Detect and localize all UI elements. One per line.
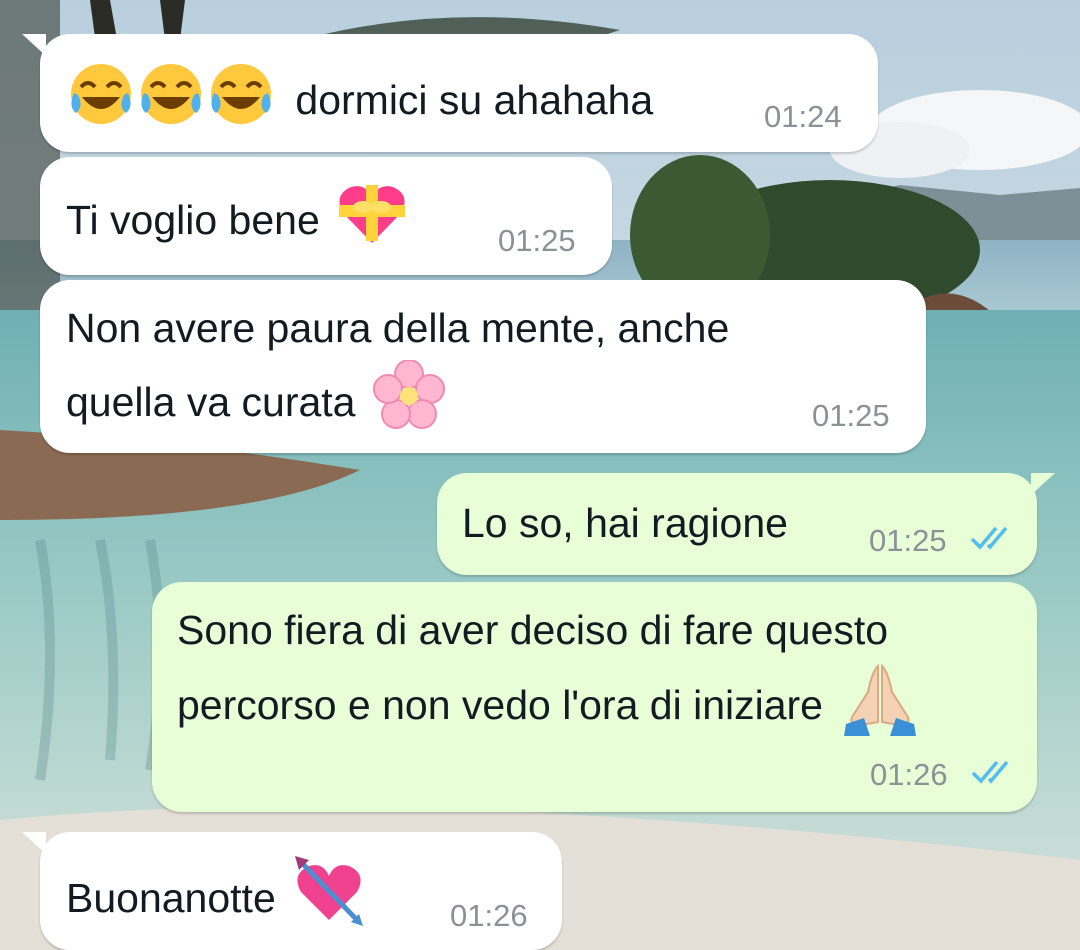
message-body: dormici su ahahaha [295,76,654,123]
message-text: dormici su ahahaha [66,59,653,147]
message-bubble-outgoing[interactable]: Sono fiera di aver deciso di fare questo… [152,582,1037,812]
message-bubble-incoming[interactable]: Buonanotte 01:26 [22,832,562,950]
message-text: Buonanotte [66,856,365,946]
message-body: Lo so, hai ragione [462,500,788,546]
message-time: 01:25 [498,223,576,258]
message-line: Sono fiera di aver deciso di fare questo [177,607,889,653]
read-receipt-icon [970,526,1008,550]
heart-with-ribbon-emoji [337,181,407,265]
message-line: quella va curata [66,378,356,425]
message-time: 01:25 [812,398,890,433]
message-line: percorso e non vedo l'ora di iniziare [177,681,823,728]
heart-with-arrow-emoji [293,856,365,946]
message-bubble-incoming[interactable]: dormici su ahahaha 01:24 [22,34,878,152]
tears-of-joy-emoji [66,59,136,147]
message-text: Ti voglio bene [66,181,407,265]
message-text: quella va curata [66,359,445,450]
tears-of-joy-emoji [136,59,206,147]
message-line: Non avere paura della mente, anche [66,305,730,351]
message-bubble-incoming[interactable]: Non avere paura della mente, anche quell… [40,280,926,453]
message-text: percorso e non vedo l'ora di iniziare [177,662,918,754]
message-body: Ti voglio bene [66,196,320,243]
folded-hands-emoji [842,662,918,754]
message-bubble-outgoing[interactable]: Lo so, hai ragione 01:25 [437,473,1055,575]
message-body: Buonanotte [66,874,276,921]
cherry-blossom-emoji [372,359,445,450]
message-time: 01:24 [764,99,842,134]
message-time: 01:25 [869,523,947,558]
message-time: 01:26 [450,898,528,933]
message-time: 01:26 [870,757,948,792]
message-bubble-incoming[interactable]: Ti voglio bene 01:25 [40,157,612,275]
tears-of-joy-emoji [206,59,276,147]
read-receipt-icon [971,760,1009,784]
